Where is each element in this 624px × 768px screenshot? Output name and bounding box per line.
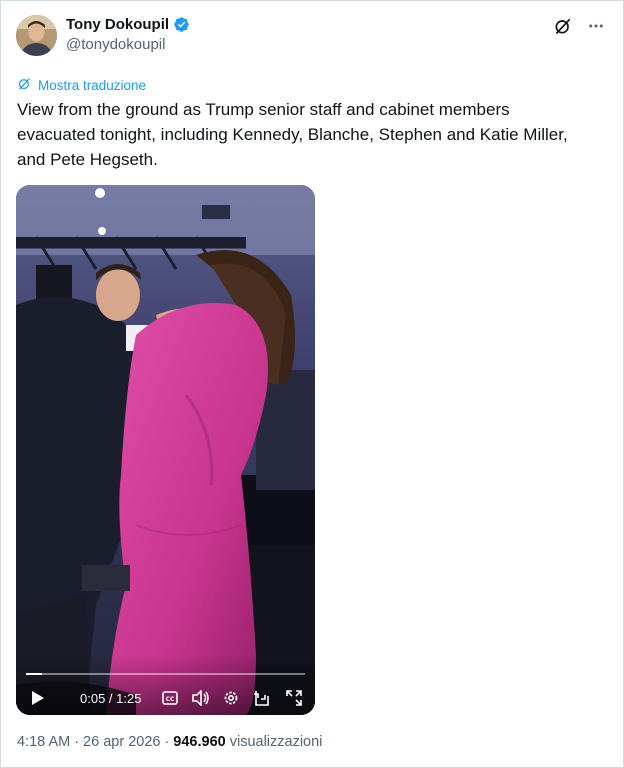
video-progress-bar[interactable] xyxy=(26,673,305,675)
meta-separator: · xyxy=(164,734,170,750)
video-progress-fill xyxy=(26,673,43,675)
settings-gear-icon[interactable] xyxy=(221,688,241,708)
video-time: 0:05 / 1:25 xyxy=(80,691,142,706)
translate-label: Mostra traduzione xyxy=(38,77,147,93)
views-count: 946.960 xyxy=(173,734,226,750)
translate-link[interactable]: Mostra traduzione xyxy=(17,76,146,94)
meta-separator: · xyxy=(74,734,80,750)
pip-icon[interactable] xyxy=(251,688,271,708)
translate-icon xyxy=(17,76,32,94)
tweet-date[interactable]: 26 apr 2026 xyxy=(83,734,160,750)
author-handle[interactable]: @tonydokoupil xyxy=(66,36,190,53)
fullscreen-icon[interactable] xyxy=(284,688,304,708)
author-block: Tony Dokoupil @tonydokoupil xyxy=(66,16,190,53)
grok-icon[interactable] xyxy=(553,16,573,36)
author-display-name[interactable]: Tony Dokoupil xyxy=(66,16,169,33)
more-icon[interactable] xyxy=(587,17,605,35)
tweet-time[interactable]: 4:18 AM xyxy=(17,734,70,750)
play-icon[interactable] xyxy=(28,688,48,708)
captions-icon[interactable]: CC xyxy=(160,688,180,708)
video-controls: 0:05 / 1:25 CC xyxy=(16,655,315,715)
tweet-meta: 4:18 AM · 26 apr 2026 · 946.960 visualiz… xyxy=(17,734,322,750)
tweet-card: Tony Dokoupil @tonydokoupil Mostra tradu… xyxy=(0,0,624,768)
video-player[interactable]: 0:05 / 1:25 CC xyxy=(16,185,315,715)
avatar[interactable] xyxy=(16,15,57,56)
views-label: visualizzazioni xyxy=(229,734,323,750)
tweet-text: View from the ground as Trump senior sta… xyxy=(17,100,568,169)
volume-icon[interactable] xyxy=(191,688,211,708)
video-frame xyxy=(16,185,315,715)
tweet-top-actions xyxy=(553,16,605,36)
verified-badge-icon xyxy=(173,16,190,33)
svg-text:CC: CC xyxy=(166,696,175,703)
